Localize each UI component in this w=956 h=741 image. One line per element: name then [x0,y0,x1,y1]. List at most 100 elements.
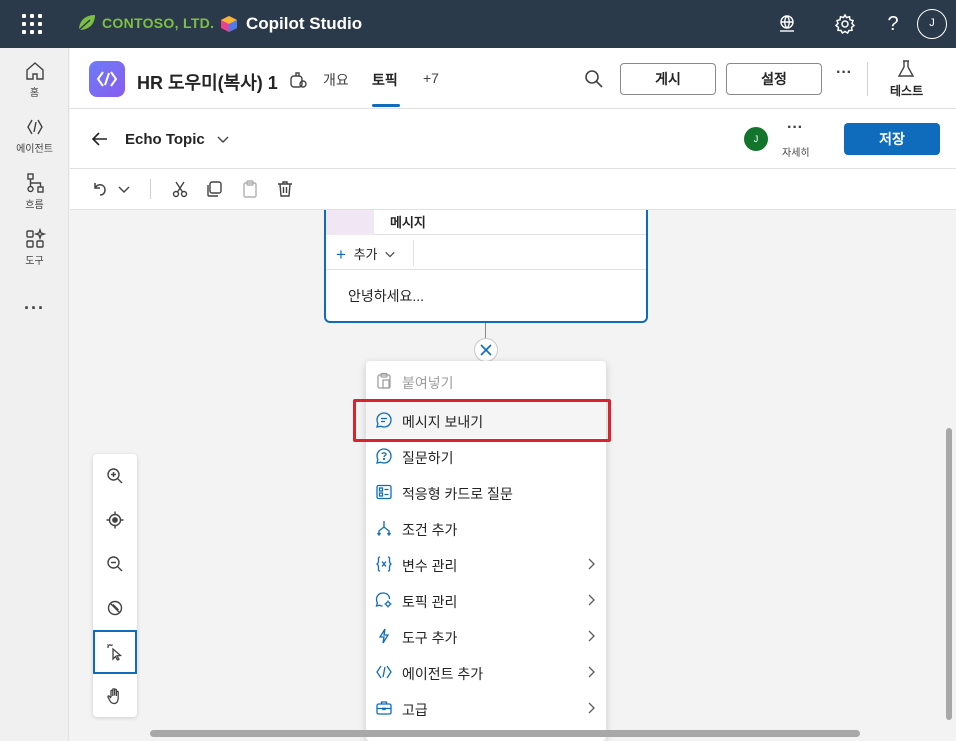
menu-item-label: 변수 관리 [402,558,458,574]
header-divider [867,62,868,96]
chevron-right-icon [588,666,595,678]
publish-button[interactable]: 게시 [620,63,716,95]
chevron-down-icon[interactable] [216,132,230,146]
highlight-box [353,399,611,442]
topic-header: Echo Topic J ··· 자세히 저장 [70,109,956,169]
waffle-icon[interactable] [22,14,42,34]
collaborator-avatar[interactable]: J [744,127,768,151]
user-avatar-top[interactable]: J [917,9,947,39]
menu-item-topic-manage[interactable]: 토픽 관리 [366,582,606,618]
menu-item-label: 질문하기 [402,450,454,466]
tab-overview[interactable]: 개요 [323,70,349,90]
variable-icon [375,555,393,573]
menu-item-variable-manage[interactable]: 변수 관리 [366,546,606,582]
test-button[interactable]: 테스트 [890,82,923,99]
question-icon [375,447,393,465]
menu-item-add-agent[interactable]: 에이전트 추가 [366,654,606,690]
node-add-divider [413,240,414,266]
menu-item-adaptive-card[interactable]: 적응형 카드로 질문 [366,474,606,510]
top-bar: CONTOSO, LTD. Copilot Studio ? J [0,0,956,48]
rail-item-flows[interactable]: 흐름 [0,172,69,211]
settings-icon[interactable] [834,13,856,35]
cut-icon[interactable] [170,179,190,199]
vertical-scrollbar[interactable] [946,428,952,720]
undo-icon[interactable] [90,179,110,199]
paste-icon[interactable] [240,179,260,199]
minimap-button[interactable] [93,586,137,630]
condition-icon [375,519,393,537]
node-header: 메시지 [326,210,646,235]
tab-more[interactable]: +7 [423,70,439,86]
topic-manage-icon [375,591,393,609]
help-icon[interactable]: ? [882,13,904,35]
select-mode-button[interactable] [93,630,137,674]
agent-add-icon [375,663,393,681]
menu-item-add-tool[interactable]: 도구 추가 [366,618,606,654]
message-node[interactable]: 메시지 + 추가 안녕하세요... [324,210,648,323]
rail-item-label: 도구 [25,256,44,267]
zoom-in-button[interactable] [93,454,137,498]
close-menu-button[interactable] [474,338,498,362]
chevron-right-icon [588,558,595,570]
menu-item-add-condition[interactable]: 조건 추가 [366,510,606,546]
toolbar-divider [150,179,151,199]
pan-mode-button[interactable] [93,674,137,718]
horizontal-scrollbar[interactable] [150,730,860,737]
menu-item-advanced[interactable]: 고급 [366,690,606,726]
adaptive-card-icon [375,483,393,501]
authoring-canvas[interactable]: 메시지 + 추가 안녕하세요... 붙여넣기 메시지 보내기 질문하기 적응형 … [70,210,956,741]
menu-item-label: 토픽 관리 [402,594,458,610]
rail-item-label: 흐름 [25,200,44,211]
save-button[interactable]: 저장 [844,123,940,155]
rail-more-button[interactable]: ··· [24,298,45,319]
menu-item-ask-question[interactable]: 질문하기 [366,438,606,474]
menu-item-label: 붙여넣기 [402,375,454,391]
settings-button[interactable]: 설정 [726,63,822,95]
menu-item-paste[interactable]: 붙여넣기 [366,363,606,399]
agent-name: HR 도우미(복사) 1 [137,73,278,93]
home-icon [25,62,44,80]
rail-item-home[interactable]: 홈 [0,60,69,99]
copy-icon[interactable] [204,179,224,199]
tools-icon [25,228,46,248]
rail-item-agents[interactable]: 에이전트 [0,116,69,155]
left-rail: 홈 에이전트 흐름 도구 ··· [0,48,69,741]
topic-title[interactable]: Echo Topic [125,131,205,148]
active-tab-indicator [372,104,400,107]
hand-icon [107,688,119,705]
details-more-icon[interactable]: ··· [787,119,803,137]
node-title: 메시지 [390,215,426,230]
environment-icon[interactable] [776,13,798,35]
recenter-button[interactable] [93,498,137,542]
zoom-controls [93,454,137,717]
menu-item-label: 도구 추가 [402,630,458,646]
node-add-button[interactable]: + 추가 [336,244,396,265]
delete-icon[interactable] [275,179,295,199]
agent-settings-icon[interactable] [288,70,308,90]
rail-item-label: 에이전트 [16,144,53,155]
message-text[interactable]: 안녕하세요... [348,286,424,306]
details-button[interactable]: 자세히 [782,144,810,159]
contoso-logo-icon [78,15,95,31]
zoom-out-icon [107,556,123,572]
rail-item-label: 홈 [29,88,40,99]
rail-item-tools[interactable]: 도구 [0,228,69,267]
zoom-out-button[interactable] [93,542,137,586]
more-options-button[interactable]: ··· [836,64,852,82]
canvas-toolbar [70,169,956,210]
undo-dropdown-icon[interactable] [114,179,130,199]
chevron-down-icon [385,251,395,258]
product-name: Copilot Studio [246,14,363,33]
target-icon [106,511,124,529]
chevron-right-icon [588,630,595,642]
copilot-logo-icon [221,16,237,32]
zoom-in-icon [107,468,123,484]
menu-item-label: 조건 추가 [402,522,458,538]
flask-icon[interactable] [897,59,915,79]
search-icon[interactable] [583,68,605,90]
cursor-select-icon [107,644,123,661]
back-arrow-icon[interactable] [90,129,110,149]
tab-topics[interactable]: 토픽 [372,70,398,90]
chevron-right-icon [588,594,595,606]
menu-item-label: 적응형 카드로 질문 [402,486,513,502]
